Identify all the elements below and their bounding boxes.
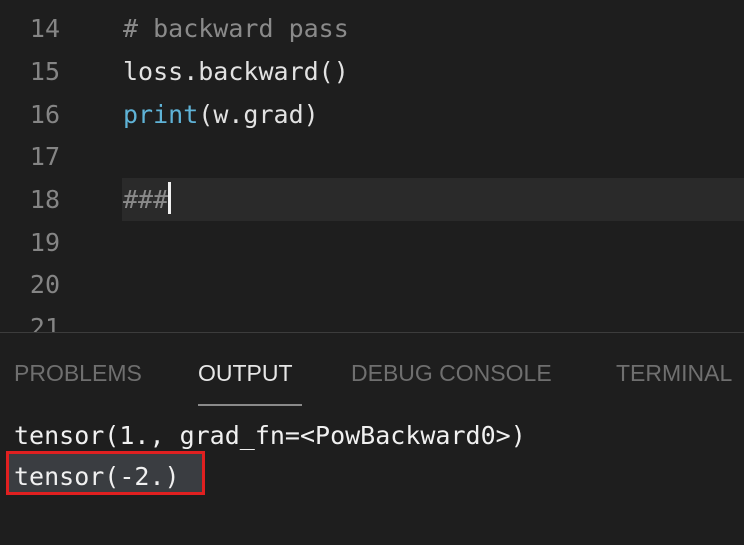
code-line-15[interactable]: 15 loss.backward(): [0, 50, 744, 93]
code-statement[interactable]: loss.backward(): [123, 50, 349, 93]
line-number: 14: [29, 14, 60, 43]
code-active-line[interactable]: ###: [123, 178, 172, 221]
code-line-21[interactable]: 21: [0, 306, 744, 332]
text-cursor: [168, 182, 172, 214]
current-line-highlight: [122, 178, 744, 221]
vscode-window: 14 # backward pass 15 loss.backward() 16…: [0, 0, 744, 545]
code-statement[interactable]: print(w.grad): [123, 93, 319, 136]
code-line-20[interactable]: 20: [0, 263, 744, 306]
tab-terminal[interactable]: TERMINAL: [616, 357, 732, 389]
tab-output[interactable]: OUTPUT: [198, 357, 293, 389]
output-line[interactable]: tensor(1., grad_fn=<PowBackward0>): [14, 416, 526, 456]
line-number: 20: [29, 270, 60, 299]
call-arguments: (w.grad): [198, 100, 319, 129]
line-number: 19: [29, 228, 60, 257]
code-comment[interactable]: # backward pass: [123, 7, 349, 50]
line-number: 15: [29, 57, 60, 86]
code-line-18[interactable]: 18 ###: [0, 178, 744, 221]
code-line-19[interactable]: 19: [0, 221, 744, 264]
line-number: 16: [29, 100, 60, 129]
line-number: 17: [29, 142, 60, 171]
tab-debug-console[interactable]: DEBUG CONSOLE: [351, 357, 552, 389]
code-comment: ###: [123, 185, 169, 214]
code-line-17[interactable]: 17: [0, 135, 744, 178]
active-tab-indicator: [198, 404, 302, 406]
code-editor[interactable]: 14 # backward pass 15 loss.backward() 16…: [0, 0, 744, 332]
bottom-panel: PROBLEMS OUTPUT DEBUG CONSOLE TERMINAL t…: [0, 333, 744, 545]
code-line-16[interactable]: 16 print(w.grad): [0, 93, 744, 136]
code-line-14[interactable]: 14 # backward pass: [0, 7, 744, 50]
line-number: 18: [29, 185, 60, 214]
line-number: 21: [29, 313, 60, 332]
annotation-box: [6, 451, 205, 495]
tab-problems[interactable]: PROBLEMS: [14, 357, 142, 389]
builtin-function: print: [123, 100, 199, 129]
